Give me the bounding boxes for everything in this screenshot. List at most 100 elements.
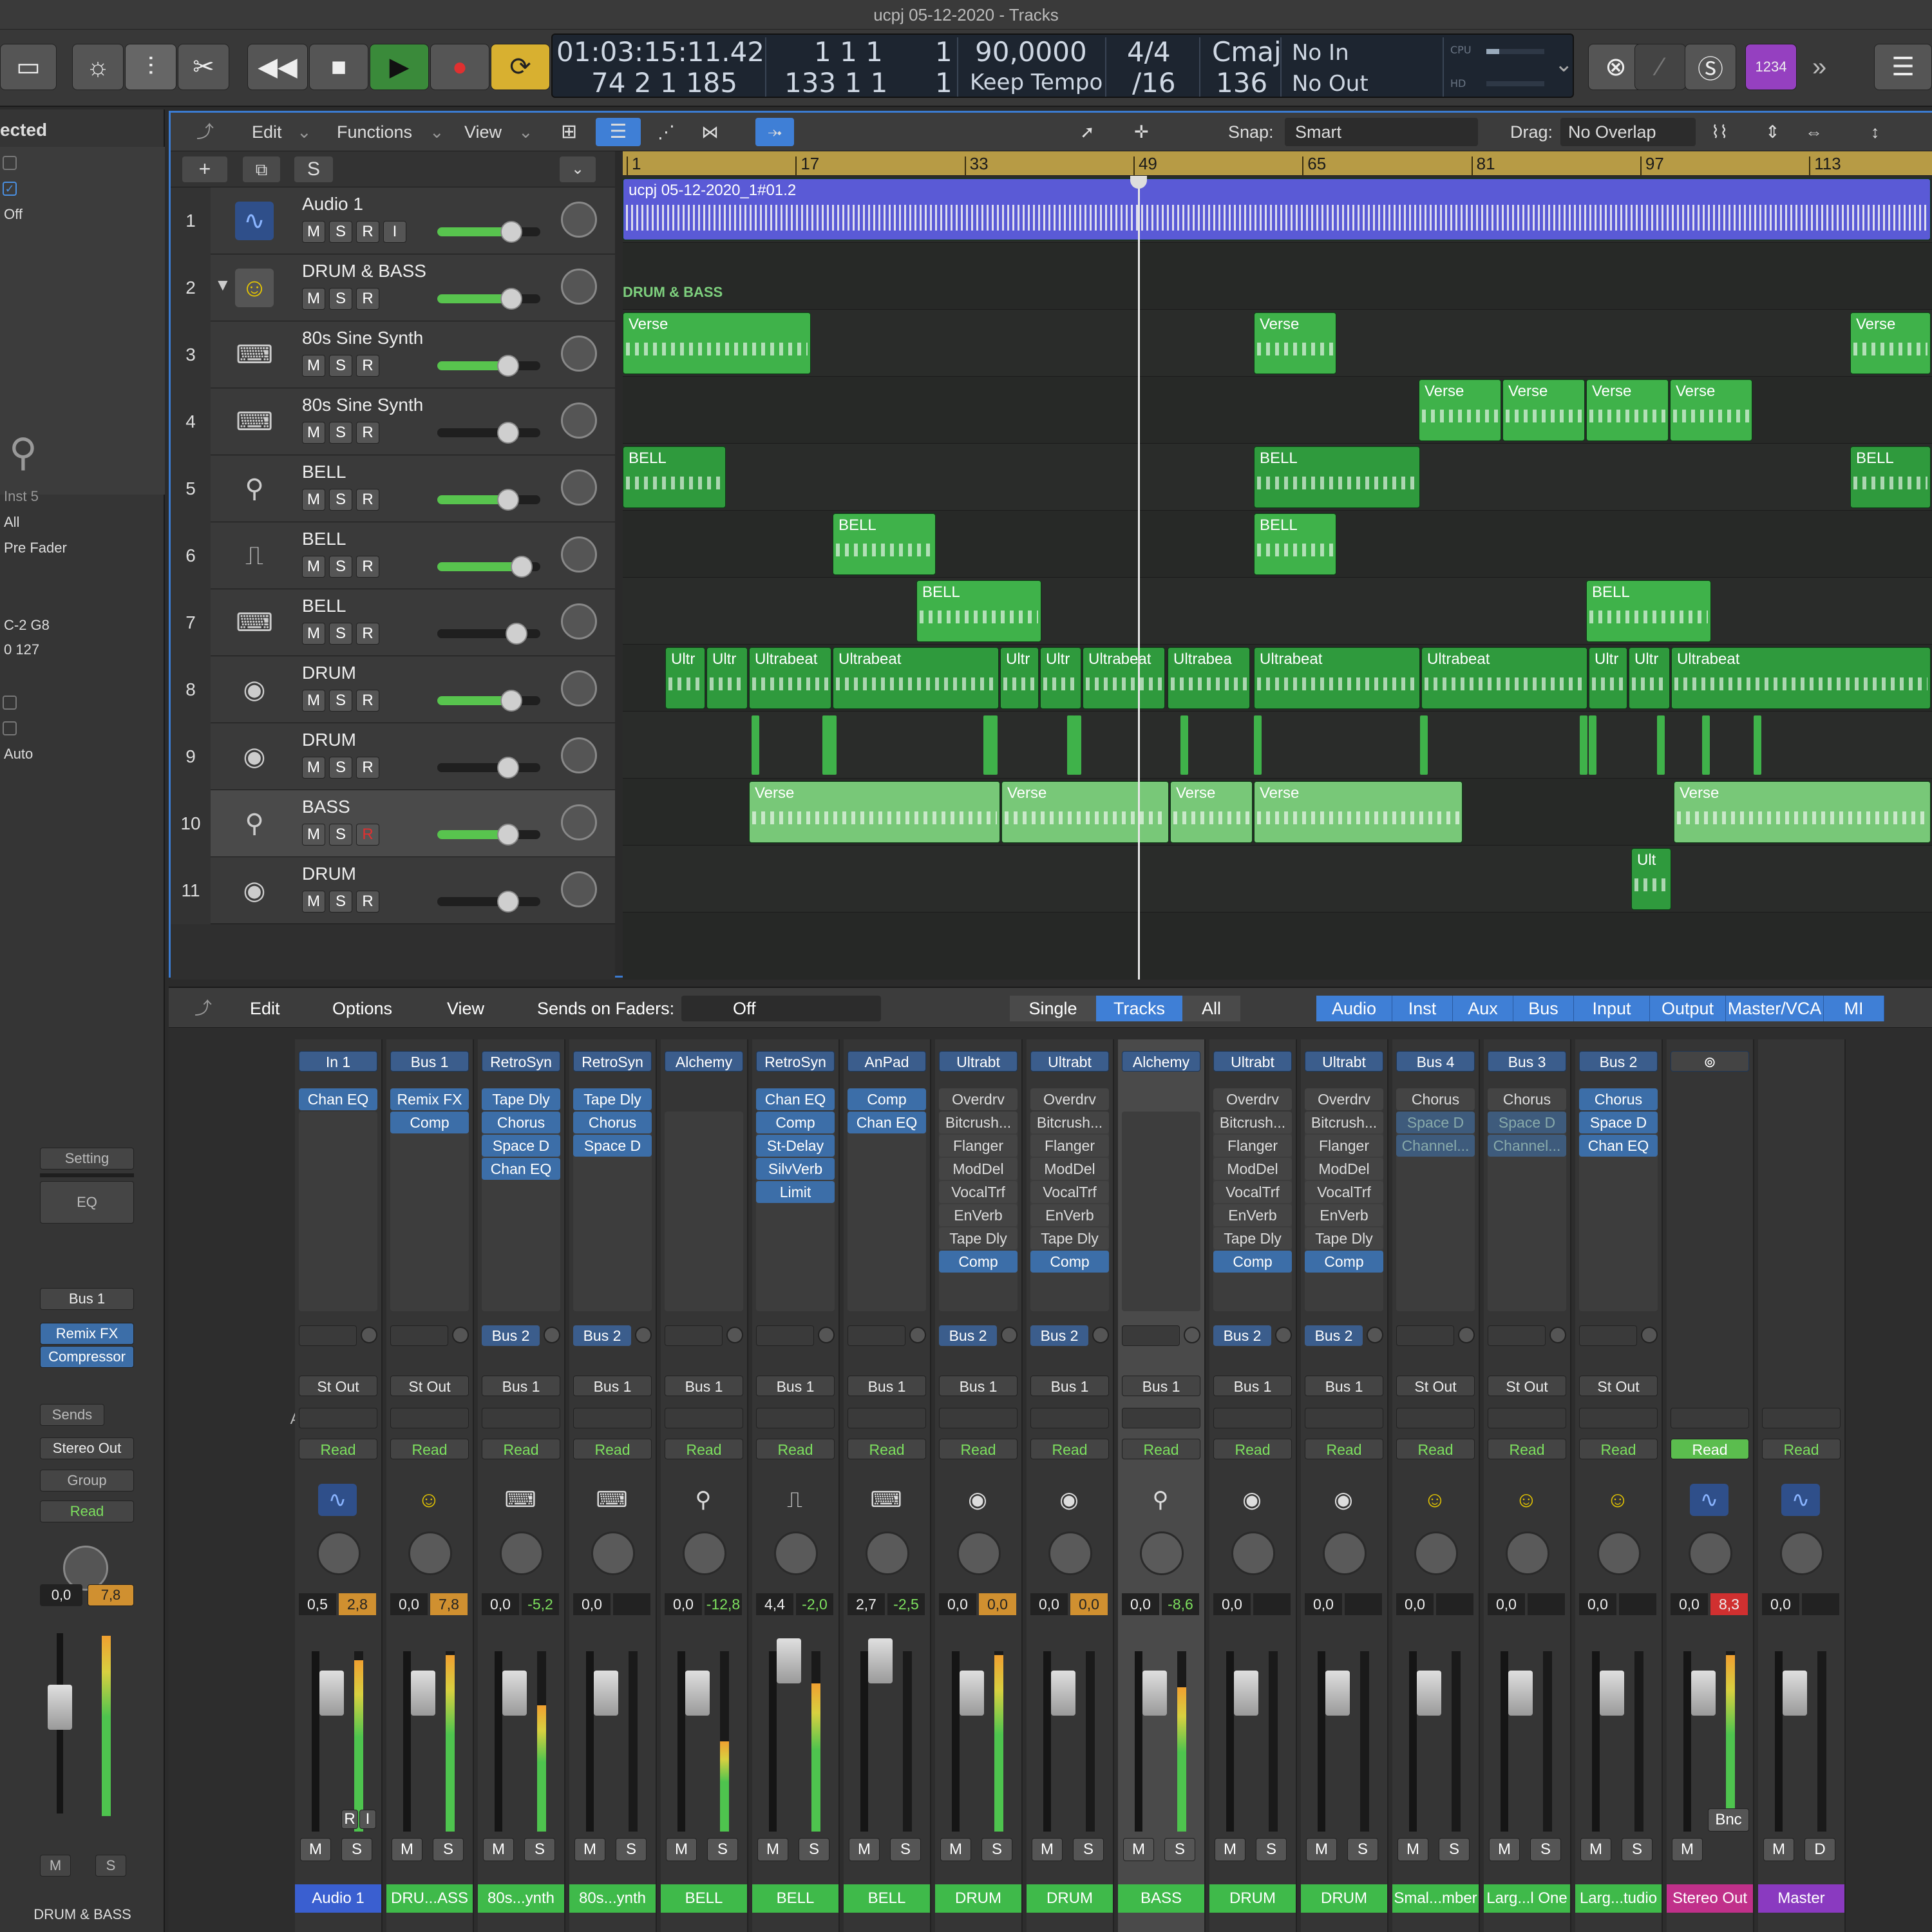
grid-view-icon[interactable]: ⊞ <box>561 118 577 146</box>
strip-m-button[interactable]: M <box>1489 1838 1520 1861</box>
play-button[interactable]: ▶ <box>370 44 429 90</box>
automation-mode[interactable]: Read <box>1030 1439 1109 1459</box>
audio-fx-plugin[interactable]: Flanger <box>939 1135 1018 1157</box>
strip-m-button[interactable]: M <box>1215 1838 1245 1861</box>
output-slot[interactable]: Bus 1 <box>1122 1376 1200 1396</box>
input-slot[interactable]: RetroSyn <box>573 1051 652 1072</box>
waveform-zoom-icon[interactable]: ⌇⌇ <box>1711 118 1728 146</box>
strip-name[interactable]: DRUM <box>935 1884 1021 1913</box>
fader-knob[interactable] <box>500 288 522 310</box>
checkbox[interactable] <box>3 696 17 710</box>
automation-mode[interactable]: Read <box>1396 1439 1475 1459</box>
pan-knob[interactable] <box>561 202 597 238</box>
fader-cap[interactable] <box>960 1671 984 1716</box>
view-menu[interactable]: View <box>464 118 502 146</box>
audio-fx-plugin[interactable]: SilvVerb <box>756 1158 835 1180</box>
audio-fx-plugin[interactable]: VocalTrf <box>1305 1181 1383 1203</box>
record-button[interactable]: ● <box>430 44 489 90</box>
automation-mode[interactable]: Read <box>1579 1439 1658 1459</box>
audio-fx-plugin[interactable]: VocalTrf <box>939 1181 1018 1203</box>
track-volume-fader[interactable] <box>437 288 540 310</box>
input-slot[interactable]: AnPad <box>848 1051 926 1072</box>
strip-s-button[interactable]: S <box>433 1838 464 1861</box>
cycle-button[interactable]: ⟳ <box>491 44 550 90</box>
list-editors-button[interactable]: ☰ <box>1874 44 1932 90</box>
audio-fx-plugin[interactable]: Flanger <box>1213 1135 1292 1157</box>
region-verse[interactable]: Verse <box>749 781 1000 843</box>
audio-fx-plugin[interactable]: Bitcrush... <box>1030 1112 1109 1133</box>
track-s-button[interactable]: S <box>329 891 352 913</box>
group-slot[interactable] <box>1579 1408 1658 1428</box>
send-knob[interactable] <box>1549 1327 1566 1343</box>
output-slot[interactable]: St Out <box>1488 1376 1566 1396</box>
checkbox[interactable] <box>3 721 17 735</box>
audio-fx-plugin[interactable]: Overdrv <box>1305 1088 1383 1110</box>
region-ultrabea[interactable]: Ultrabea <box>1168 647 1250 709</box>
fader-knob[interactable] <box>506 623 527 645</box>
smart-controls-button[interactable]: ☼ <box>72 44 124 90</box>
strip-s-button[interactable]: S <box>981 1838 1012 1861</box>
region-ult[interactable]: Ult <box>1631 848 1671 910</box>
pan-knob[interactable] <box>561 737 597 773</box>
send-knob[interactable] <box>726 1327 743 1343</box>
track-name[interactable]: 80s Sine Synth <box>302 328 423 348</box>
audio-fx-plugin[interactable]: Chorus <box>1396 1088 1475 1110</box>
track-header[interactable]: 1 ∿ Audio 1 MSRI <box>171 187 615 254</box>
drum-hit-region[interactable] <box>752 715 759 775</box>
snap-select[interactable]: Smart <box>1285 118 1478 146</box>
pan-knob[interactable] <box>561 871 597 907</box>
strip-m-button[interactable]: M <box>940 1838 971 1861</box>
automation-mode[interactable]: Read <box>390 1439 469 1459</box>
region-ultrabeat[interactable]: Ultrabeat <box>1421 647 1587 709</box>
stop-button[interactable]: ■ <box>309 44 368 90</box>
automation-mode[interactable]: Read <box>1213 1439 1292 1459</box>
crosshair-tool-icon[interactable]: ✛ <box>1134 118 1149 146</box>
drum-hit-region[interactable] <box>990 715 998 775</box>
track-m-button[interactable]: M <box>302 355 325 377</box>
fader-knob[interactable] <box>497 757 520 779</box>
duplicate-track-icon[interactable]: ⧉ <box>243 156 280 182</box>
track-volume-fader[interactable] <box>437 422 540 444</box>
pan-knob[interactable] <box>1506 1531 1549 1575</box>
volume-fader[interactable] <box>1592 1651 1624 1832</box>
track-m-button[interactable]: M <box>302 891 325 913</box>
output-button[interactable]: Stereo Out <box>40 1437 134 1459</box>
strip-m-button[interactable]: M <box>574 1838 605 1861</box>
strip-name[interactable]: DRUM <box>1301 1884 1387 1913</box>
pan-knob[interactable] <box>1140 1531 1184 1575</box>
track-r-button[interactable]: R <box>356 355 379 377</box>
audio-fx-plugin[interactable]: Overdrv <box>1030 1088 1109 1110</box>
audio-fx-slots[interactable] <box>665 1112 743 1311</box>
fader-knob[interactable] <box>497 422 520 444</box>
region-ultr[interactable]: Ultr <box>1040 647 1081 709</box>
edit-menu[interactable]: Edit <box>252 118 282 146</box>
filter-output-button[interactable]: Output <box>1650 996 1726 1021</box>
automation-mode[interactable]: Read <box>1671 1439 1749 1459</box>
tracks-lanes[interactable]: DRUM & BASS ucpj 05-12-2020_1#01.2 Verse Ve… <box>623 176 1932 980</box>
audio-fx-plugin[interactable]: EnVerb <box>1213 1204 1292 1226</box>
track-header[interactable]: 10 ⚲ BASS M S R <box>171 790 615 857</box>
audio-fx-plugin[interactable]: VocalTrf <box>1213 1181 1292 1203</box>
send-knob[interactable] <box>1092 1327 1109 1343</box>
input-slot[interactable]: Ultrabt <box>1030 1051 1109 1072</box>
output-slot[interactable]: Bus 1 <box>1305 1376 1383 1396</box>
volume-fader[interactable] <box>1043 1651 1075 1832</box>
track-volume-fader[interactable] <box>437 891 540 913</box>
prefader[interactable]: Pre Fader <box>4 540 67 556</box>
track-name[interactable]: DRUM <box>302 730 356 750</box>
drum-hit-region[interactable] <box>1420 715 1428 775</box>
group-slot[interactable] <box>1122 1408 1200 1428</box>
volume-fader[interactable] <box>1775 1651 1807 1832</box>
region-verse[interactable]: Verse <box>1254 781 1463 843</box>
region-ultr[interactable]: Ultr <box>1000 647 1039 709</box>
setting-button[interactable]: Setting <box>40 1148 134 1170</box>
region-verse[interactable]: Verse <box>1001 781 1169 843</box>
filter-aux-button[interactable]: Aux <box>1453 996 1513 1021</box>
group-slot[interactable] <box>1762 1408 1841 1428</box>
fader-knob[interactable] <box>500 221 522 243</box>
track-s-button[interactable]: S <box>329 355 352 377</box>
filter-inst-button[interactable]: Inst <box>1392 996 1453 1021</box>
functions-menu[interactable]: Functions <box>337 118 412 146</box>
track-header[interactable]: 5 ⚲ BELL M S R <box>171 455 615 522</box>
strip-name[interactable]: BELL <box>752 1884 838 1913</box>
